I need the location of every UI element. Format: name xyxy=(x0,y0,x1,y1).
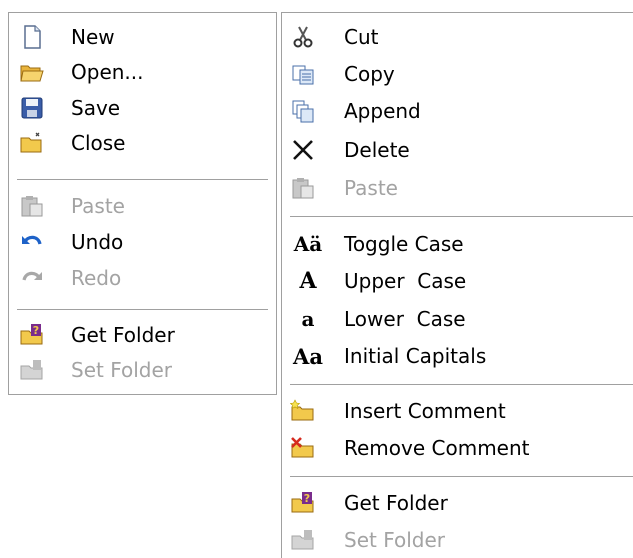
lower-case-icon: a xyxy=(301,307,315,331)
get-folder-icon: ? xyxy=(290,490,316,516)
menu-item-label: Delete xyxy=(344,138,410,162)
menu-item-append[interactable]: Append xyxy=(282,94,633,128)
paste-icon xyxy=(19,193,45,219)
menu-item-get-folder[interactable]: ? Get Folder xyxy=(9,318,276,352)
menu-item-upper-case[interactable]: A Upper Case xyxy=(282,264,633,298)
menu-item-label: Get Folder xyxy=(71,323,175,347)
menu-item-label: Close xyxy=(71,131,126,155)
set-folder-icon xyxy=(19,357,45,383)
menu-separator xyxy=(290,476,633,477)
new-document-icon xyxy=(19,24,45,50)
menu-item-label: Cut xyxy=(344,25,379,49)
menu-separator xyxy=(290,384,633,385)
menu-item-label: Set Folder xyxy=(71,358,173,382)
menu-item-insert-comment[interactable]: Insert Comment xyxy=(282,394,633,428)
menu-item-delete[interactable]: Delete xyxy=(282,133,633,167)
menu-item-label: Paste xyxy=(71,194,125,218)
redo-icon xyxy=(19,265,45,291)
menu-item-paste: Paste xyxy=(9,189,276,223)
menu-item-copy[interactable]: Copy xyxy=(282,57,633,91)
menu-item-label: Upper Case xyxy=(344,269,467,293)
insert-comment-icon xyxy=(290,398,316,424)
menu-item-label: Redo xyxy=(71,266,122,290)
menu-item-label: Copy xyxy=(344,62,395,86)
menu-item-paste: Paste xyxy=(282,171,633,205)
menu-item-open[interactable]: Open... xyxy=(9,55,276,89)
menu-separator xyxy=(17,179,268,180)
menu-item-label: Save xyxy=(71,96,121,120)
menu-item-label: Lower Case xyxy=(344,307,466,331)
close-folder-icon xyxy=(19,130,45,156)
menu-item-label: Set Folder xyxy=(344,528,446,552)
remove-comment-icon xyxy=(290,435,316,461)
menu-item-label: New xyxy=(71,25,115,49)
menu-item-initial-capitals[interactable]: Aa Initial Capitals xyxy=(282,339,633,373)
set-folder-icon xyxy=(290,527,316,553)
menu-item-label: Remove Comment xyxy=(344,436,530,460)
menu-item-set-folder: Set Folder xyxy=(282,523,633,557)
menu-item-toggle-case[interactable]: Aä Toggle Case xyxy=(282,227,633,261)
paste-icon xyxy=(290,175,316,201)
undo-icon xyxy=(19,229,45,255)
get-folder-icon: ? xyxy=(19,322,45,348)
menu-item-label: Open... xyxy=(71,60,144,84)
menu-item-label: Initial Capitals xyxy=(344,344,487,368)
menu-separator xyxy=(290,216,633,217)
menu-item-label: Insert Comment xyxy=(344,399,506,423)
menu-separator xyxy=(17,309,268,310)
menu-item-redo: Redo xyxy=(9,261,276,295)
menu-item-new[interactable]: New xyxy=(9,20,276,54)
right-context-menu: Cut Copy Append Delete Paste Aä Toggle C… xyxy=(281,12,633,558)
delete-x-icon xyxy=(290,137,316,163)
open-folder-icon xyxy=(19,59,45,85)
menu-item-cut[interactable]: Cut xyxy=(282,20,633,54)
svg-text:?: ? xyxy=(304,492,310,505)
menu-item-get-folder[interactable]: ? Get Folder xyxy=(282,486,633,520)
menu-item-undo[interactable]: Undo xyxy=(9,225,276,259)
upper-case-icon: A xyxy=(299,268,317,294)
toggle-case-icon: Aä xyxy=(293,232,323,256)
menu-item-close[interactable]: Close xyxy=(9,126,276,160)
menu-item-save[interactable]: Save xyxy=(9,91,276,125)
menu-item-lower-case[interactable]: a Lower Case xyxy=(282,302,633,336)
menu-item-label: Toggle Case xyxy=(344,232,464,256)
menu-item-set-folder: Set Folder xyxy=(9,353,276,387)
copy-icon xyxy=(290,61,316,87)
menu-item-label: Append xyxy=(344,99,421,123)
save-disk-icon xyxy=(19,95,45,121)
menu-item-label: Undo xyxy=(71,230,124,254)
left-context-menu: New Open... Save Close Paste Undo Redo ?… xyxy=(8,12,277,395)
menu-item-label: Get Folder xyxy=(344,491,448,515)
menu-item-remove-comment[interactable]: Remove Comment xyxy=(282,431,633,465)
initial-caps-icon: Aa xyxy=(293,343,323,369)
menu-item-label: Paste xyxy=(344,176,398,200)
svg-text:?: ? xyxy=(33,324,39,337)
append-icon xyxy=(290,98,316,124)
scissors-icon xyxy=(290,24,316,50)
